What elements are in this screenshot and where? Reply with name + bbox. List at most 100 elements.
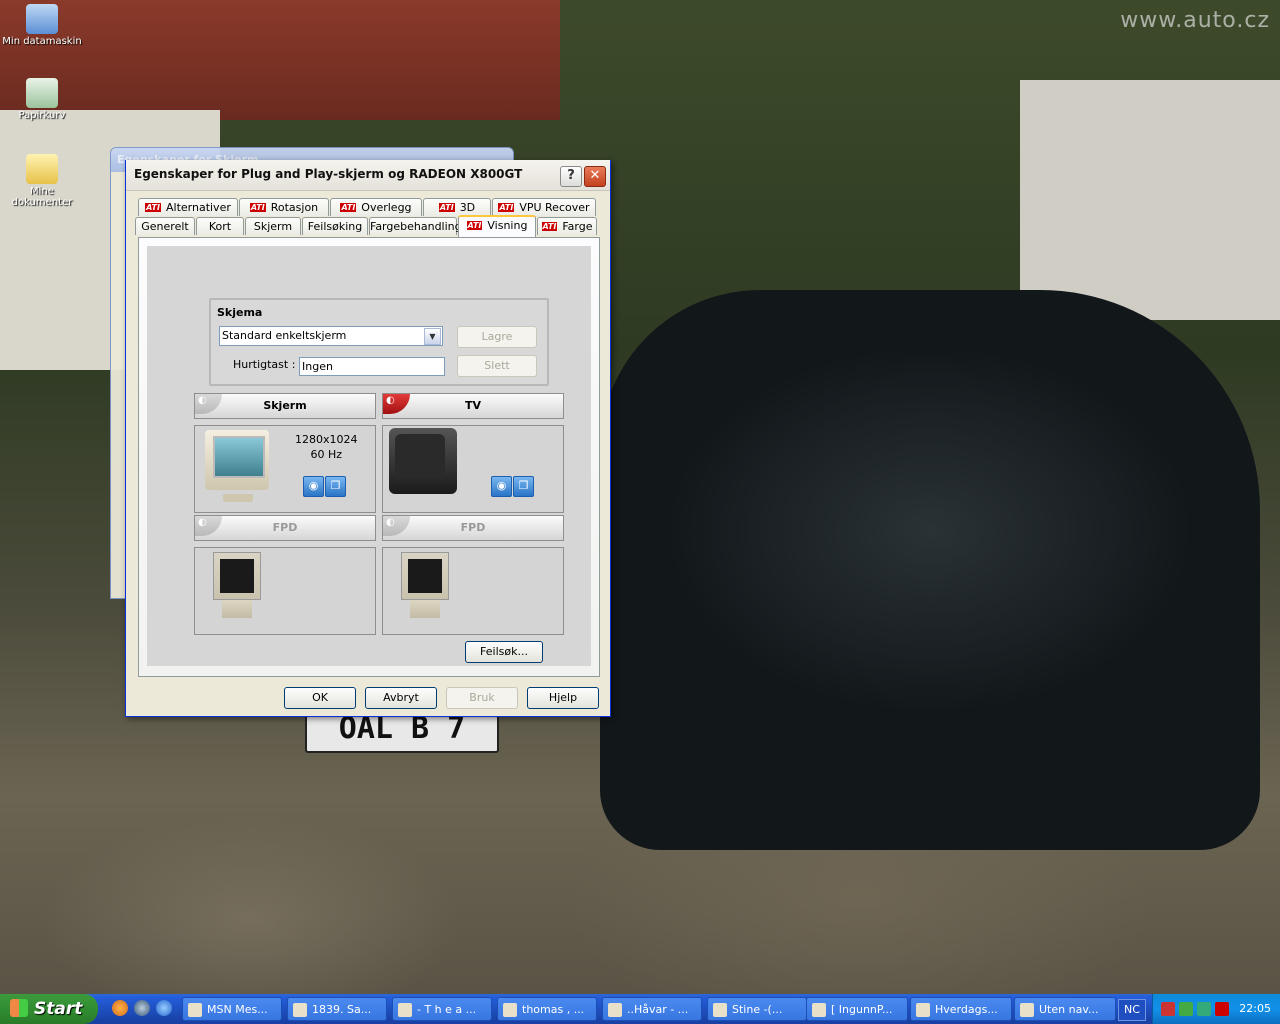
start-label: Start — [34, 999, 83, 1019]
dialog-titlebar[interactable]: Egenskaper for Plug and Play-skjerm og R… — [126, 160, 610, 191]
display-card-fpd-2[interactable]: ◐ FPD — [382, 515, 564, 635]
troubleshoot-button[interactable]: Feilsøk... — [465, 641, 543, 663]
computer-icon — [26, 4, 58, 34]
cancel-button[interactable]: Avbryt — [365, 687, 437, 709]
tab-feilsoking[interactable]: Feilsøking — [302, 217, 368, 235]
tab-kort[interactable]: Kort — [196, 217, 244, 235]
close-button[interactable]: ✕ — [584, 166, 606, 187]
display-card-body — [382, 547, 564, 635]
display-card-body: 1280x1024 60 Hz ◉ ❐ — [194, 425, 376, 513]
display-card-header[interactable]: ◐ Skjerm — [194, 393, 376, 419]
tab-panel-visning: Skjema Standard enkeltskjerm ▼ Lagre Hur… — [138, 237, 600, 677]
system-tray: 22:05 — [1152, 994, 1280, 1024]
tab-overlegg[interactable]: ATI Overlegg — [330, 198, 422, 216]
firefox-icon[interactable] — [112, 1000, 128, 1016]
tab-skjerm[interactable]: Skjerm — [245, 217, 301, 235]
tab-row-2: Generelt Kort Skjerm Feilsøking Fargebeh… — [135, 215, 598, 237]
display-name: FPD — [460, 521, 486, 534]
display-properties-dialog: Egenskaper for Plug and Play-skjerm og R… — [125, 160, 611, 717]
tab-label: Skjerm — [253, 220, 293, 233]
displays-manager-area: Skjema Standard enkeltskjerm ▼ Lagre Hur… — [147, 246, 591, 666]
adjustments-icon[interactable]: ◉ — [303, 476, 324, 497]
tab-label: Overlegg — [361, 201, 412, 214]
wallpaper-car — [600, 290, 1260, 850]
display-name: FPD — [272, 521, 298, 534]
taskbar-item[interactable]: Stine -(... — [707, 997, 807, 1021]
scheme-group: Skjema Standard enkeltskjerm ▼ Lagre Hur… — [209, 298, 549, 386]
ati-logo-icon: ATI — [438, 203, 455, 212]
display-card-body — [194, 547, 376, 635]
tab-3d[interactable]: ATI 3D — [423, 198, 491, 216]
taskbar-item[interactable]: thomas , ... — [497, 997, 597, 1021]
taskbar-item[interactable]: 1839. Sa... — [287, 997, 387, 1021]
desktop-icon-my-computer[interactable]: Min datamaskin — [2, 4, 82, 47]
display-card-monitor[interactable]: ◐ Skjerm 1280x1024 60 Hz ◉ ❐ — [194, 393, 376, 513]
display-card-header[interactable]: ◐ TV — [382, 393, 564, 419]
messenger-status-icon[interactable] — [1197, 1002, 1211, 1016]
taskbar-item[interactable]: ..Håvar - ... — [602, 997, 702, 1021]
hotkey-field[interactable]: Ingen — [299, 357, 445, 376]
ati-tray-icon[interactable] — [1215, 1002, 1229, 1016]
start-button[interactable]: Start — [0, 994, 98, 1024]
adjustments-icon[interactable]: ◉ — [491, 476, 512, 497]
chevron-down-icon[interactable]: ▼ — [424, 328, 441, 345]
clock[interactable]: 22:05 — [1239, 994, 1271, 1024]
delete-scheme-button[interactable]: Slett — [457, 355, 537, 377]
taskbar-item[interactable]: Uten nav... — [1014, 997, 1116, 1021]
scheme-dropdown[interactable]: Standard enkeltskjerm ▼ — [219, 326, 443, 346]
display-name: Skjerm — [263, 399, 307, 412]
power-toggle-icon[interactable]: ◐ — [195, 516, 222, 536]
taskbar-item[interactable]: - T h e a ... — [392, 997, 492, 1021]
help-button[interactable]: ? — [560, 166, 582, 187]
language-indicator[interactable]: NC — [1118, 999, 1146, 1021]
display-card-fpd-1[interactable]: ◐ FPD — [194, 515, 376, 635]
save-scheme-button[interactable]: Lagre — [457, 326, 537, 348]
display-card-tv[interactable]: ◐ TV ◉ ❐ — [382, 393, 564, 513]
display-card-header[interactable]: ◐ FPD — [194, 515, 376, 541]
dialog-title: Egenskaper for Plug and Play-skjerm og R… — [134, 167, 523, 181]
power-toggle-icon[interactable]: ◐ — [383, 394, 410, 414]
documents-folder-icon — [26, 154, 58, 184]
display-settings-icon[interactable]: ❐ — [325, 476, 346, 497]
ati-logo-icon: ATI — [498, 203, 515, 212]
wallpaper-roof — [0, 0, 560, 120]
scheme-selected-value: Standard enkeltskjerm — [220, 327, 347, 344]
ok-button[interactable]: OK — [284, 687, 356, 709]
tab-alternativer[interactable]: ATI Alternativer — [138, 198, 238, 216]
tab-generelt[interactable]: Generelt — [135, 217, 195, 235]
msn-messenger-icon[interactable] — [1179, 1002, 1193, 1016]
desktop-icon-label: Papirkurv — [18, 110, 66, 121]
display-resolution: 1280x1024 — [295, 433, 358, 446]
flat-panel-icon — [401, 552, 449, 622]
tv-icon — [389, 428, 457, 494]
taskbar-item[interactable]: [ IngunnP... — [806, 997, 908, 1021]
help-dialog-button[interactable]: Hjelp — [527, 687, 599, 709]
taskbar: Start MSN Mes... 1839. Sa... - T h e a .… — [0, 994, 1280, 1024]
display-card-header[interactable]: ◐ FPD — [382, 515, 564, 541]
tab-strip: ATI Alternativer ATI Rotasjon ATI Overlegg … — [135, 198, 598, 237]
power-toggle-icon[interactable]: ◐ — [383, 516, 410, 536]
power-toggle-icon[interactable]: ◐ — [195, 394, 222, 414]
desktop-icon-my-documents[interactable]: Mine dokumenter — [2, 154, 82, 208]
internet-explorer-icon[interactable] — [156, 1000, 172, 1016]
apply-button[interactable]: Bruk — [446, 687, 518, 709]
tab-visning[interactable]: ATI Visning — [458, 215, 536, 237]
media-player-icon[interactable] — [134, 1000, 150, 1016]
display-settings-icon[interactable]: ❐ — [513, 476, 534, 497]
tab-label: Kort — [208, 220, 232, 233]
tab-rotasjon[interactable]: ATI Rotasjon — [239, 198, 329, 216]
tab-fargebehandling[interactable]: Fargebehandling — [369, 217, 462, 235]
taskbar-item[interactable]: MSN Mes... — [182, 997, 282, 1021]
network-icon[interactable] — [1161, 1002, 1175, 1016]
tab-label: Alternativer — [165, 201, 231, 214]
tab-label: Visning — [487, 219, 528, 232]
tab-farge[interactable]: ATI Farge — [537, 217, 597, 235]
tab-label: VPU Recover — [519, 201, 590, 214]
desktop-icon-label: Mine dokumenter — [11, 186, 73, 208]
taskbar-item[interactable]: Hverdags... — [910, 997, 1012, 1021]
tab-vpu-recover[interactable]: ATI VPU Recover — [492, 198, 596, 216]
recycle-bin-icon — [26, 78, 58, 108]
ati-logo-icon: ATI — [145, 203, 161, 212]
desktop-icon-recycle-bin[interactable]: Papirkurv — [2, 78, 82, 121]
tab-label: Fargebehandling — [370, 220, 462, 233]
